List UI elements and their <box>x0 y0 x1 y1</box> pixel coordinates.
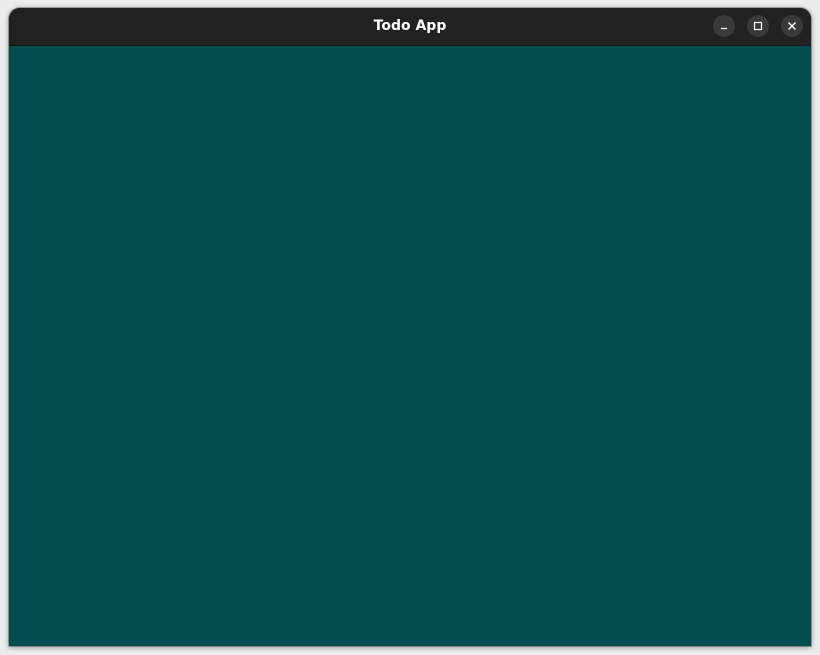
close-button[interactable] <box>781 15 803 37</box>
app-content-area <box>9 46 811 646</box>
window-title: Todo App <box>373 18 447 34</box>
close-icon <box>788 22 796 30</box>
maximize-icon <box>753 21 763 31</box>
minimize-icon <box>721 27 727 30</box>
title-bar[interactable]: Todo App <box>9 8 811 46</box>
minimize-button[interactable] <box>713 15 735 37</box>
maximize-button[interactable] <box>747 15 769 37</box>
app-window: Todo App <box>9 8 811 646</box>
